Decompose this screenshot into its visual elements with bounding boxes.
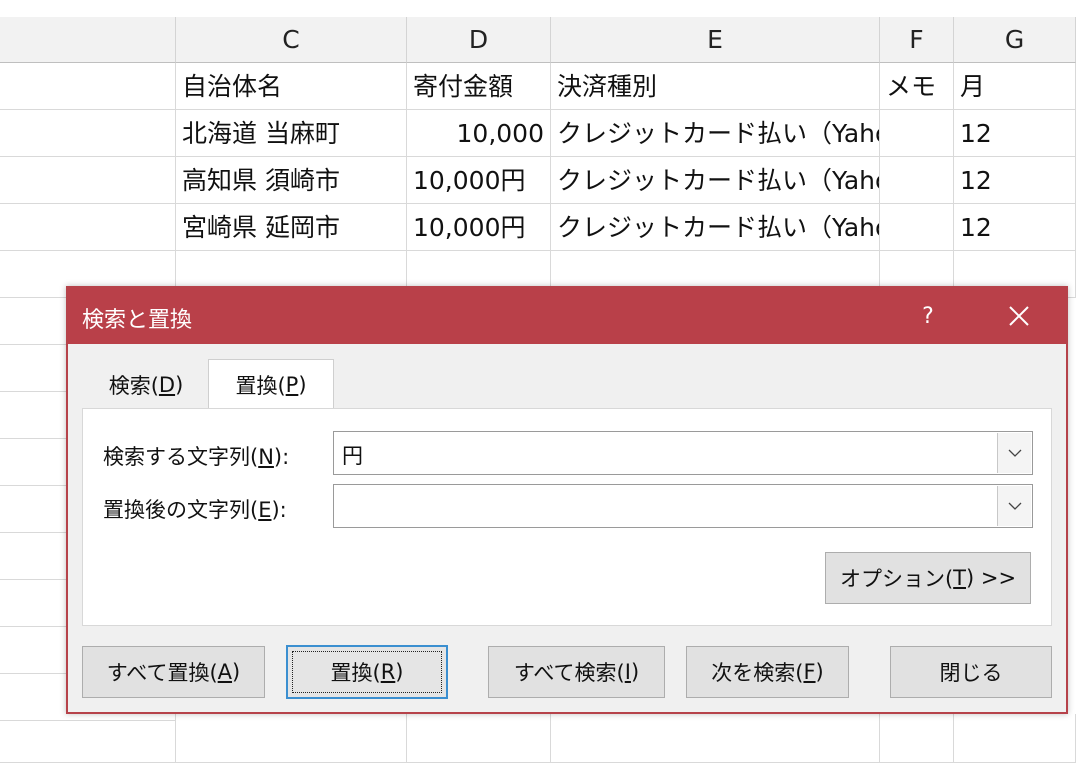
cell-f1[interactable]: メモ [880,63,954,110]
cell-f2[interactable] [880,110,954,157]
replace-all-label: すべて置換( [106,661,218,685]
find-all-label: すべて検索( [513,661,625,685]
cell-f4[interactable] [880,204,954,251]
cell-d4[interactable]: 10,000円 [407,204,551,251]
find-all-suffix: ) [630,660,640,684]
replace-all-button[interactable]: すべて置換(A) [82,646,265,698]
cell-c3[interactable]: 高知県 須崎市 [176,157,407,204]
replace-with-combobox[interactable] [333,484,1033,528]
cell-c4[interactable]: 宮崎県 延岡市 [176,204,407,251]
options-label: オプション( [839,567,954,591]
cell-e2[interactable]: クレジットカード払い（Yahoo [551,110,880,157]
column-header-g[interactable]: G [954,17,1076,63]
cell-g2[interactable]: 12 [954,110,1076,157]
cell-d3[interactable]: 10,000円 [407,157,551,204]
find-label-text: 検索する文字列( [103,445,259,469]
help-icon: ? [922,303,934,329]
tab-find-label: 検索( [108,374,159,398]
empty-cell[interactable] [551,714,880,763]
find-all-button[interactable]: すべて検索(I) [488,646,665,698]
replace-button[interactable]: 置換(R) [286,645,448,699]
tab-find-suffix: ) [175,373,184,397]
replace-with-label: 置換後の文字列(E): [103,494,287,524]
tab-find[interactable]: 検索(D) [84,362,208,408]
empty-cell[interactable] [880,714,954,763]
row-header[interactable] [0,63,176,110]
cell-d1[interactable]: 寄付金額 [407,63,551,110]
cell-d2[interactable]: 10,000 [407,110,551,157]
replace-all-access-key: A [217,660,233,684]
find-what-combobox[interactable]: 円 [333,431,1033,475]
replace-label-suffix: ): [271,498,287,522]
sheet-top-strip [0,0,1076,17]
chevron-down-icon [1008,449,1021,457]
find-what-label: 検索する文字列(N): [103,441,289,471]
close-label: 閉じる [939,661,1003,685]
row-header[interactable] [0,157,176,204]
column-header-f[interactable]: F [880,17,954,63]
column-header-e[interactable]: E [551,17,880,63]
options-access-key: T [953,566,966,590]
options-suffix: ) >> [965,566,1017,590]
dialog-titlebar[interactable]: 検索と置換 ? [68,288,1066,344]
find-replace-dialog: 検索と置換 ? 検索(D) 置換(P) 検索する文字列(N): 円 置換後の… [66,286,1068,714]
replace-tab-panel: 検索する文字列(N): 円 置換後の文字列(E): オプション(T) >> [82,408,1052,626]
tab-replace-access-key: P [285,372,299,397]
close-button[interactable]: 閉じる [890,646,1052,698]
find-dropdown-button[interactable] [997,433,1031,473]
find-next-suffix: ) [815,660,824,684]
row-header[interactable] [0,721,176,763]
close-icon [1009,306,1029,326]
row-header[interactable] [0,110,176,157]
replace-label-text: 置換後の文字列( [103,498,259,522]
cell-c1[interactable]: 自治体名 [176,63,407,110]
replace-access-key: E [258,498,272,522]
tab-replace[interactable]: 置換(P) [208,359,334,409]
row-header[interactable] [0,204,176,251]
cell-g4[interactable]: 12 [954,204,1076,251]
close-window-button[interactable] [988,288,1050,344]
tab-replace-label: 置換( [235,373,286,398]
replace-dropdown-button[interactable] [997,486,1031,526]
dialog-title: 検索と置換 [82,308,193,333]
find-next-button[interactable]: 次を検索(F) [686,646,849,698]
tab-find-access-key: D [158,373,176,397]
focus-rectangle [292,651,442,693]
find-next-access-key: F [803,660,816,684]
find-access-key: N [258,445,274,469]
options-button[interactable]: オプション(T) >> [825,552,1031,604]
select-all-corner[interactable] [0,17,176,63]
cell-e3[interactable]: クレジットカード払い（Yahoo [551,157,880,204]
cell-c2[interactable]: 北海道 当麻町 [176,110,407,157]
empty-cell[interactable] [954,714,1076,763]
empty-cell[interactable] [176,714,407,763]
cell-g1[interactable]: 月 [954,63,1076,110]
find-what-input[interactable]: 円 [342,440,363,470]
replace-all-suffix: ) [232,660,241,684]
find-label-suffix: ): [273,445,290,469]
chevron-down-icon [1008,502,1021,510]
cell-f3[interactable] [880,157,954,204]
column-header-c[interactable]: C [176,17,407,63]
empty-cell[interactable] [407,714,551,763]
cell-e4[interactable]: クレジットカード払い（Yahoo [551,204,880,251]
column-header-d[interactable]: D [407,17,551,63]
cell-g3[interactable]: 12 [954,157,1076,204]
tab-replace-suffix: ) [298,372,307,397]
help-button[interactable]: ? [910,288,946,344]
find-next-label: 次を検索( [711,661,804,685]
cell-e1[interactable]: 決済種別 [551,63,880,110]
